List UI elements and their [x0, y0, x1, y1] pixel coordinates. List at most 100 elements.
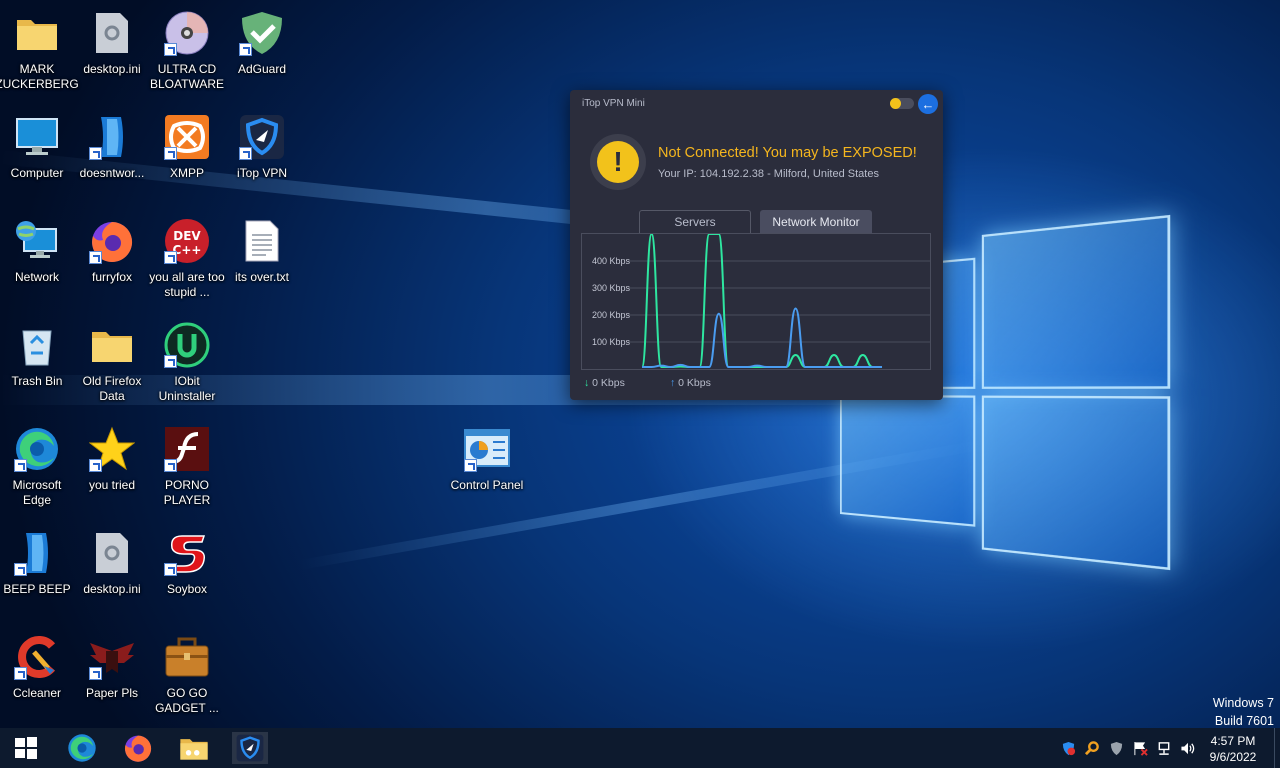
- connection-status: Not Connected! You may be EXPOSED!: [658, 145, 917, 161]
- tab-servers[interactable]: Servers: [639, 210, 751, 233]
- y-tick-label: 400 Kbps: [592, 256, 631, 266]
- control-panel-icon: [462, 424, 512, 474]
- shortcut-arrow-icon: [14, 667, 27, 680]
- desktop-icon-trash-bin[interactable]: Trash Bin: [0, 320, 75, 389]
- series-line-0: [641, 234, 882, 368]
- desktop-icon-its-over-txt[interactable]: its over.txt: [224, 216, 300, 285]
- desktop-icon-porno-player[interactable]: PORNO PLAYER: [149, 424, 225, 508]
- desktop-icon-go-go-gadget[interactable]: GO GO GADGET ...: [149, 632, 225, 716]
- desktop-icon-adguard[interactable]: AdGuard: [224, 8, 300, 77]
- itop-vpn-mini-window[interactable]: iTop VPN Mini ← ! Not Connected! You may…: [570, 90, 943, 400]
- desktop-icon-itop-vpn[interactable]: iTop VPN: [224, 112, 300, 181]
- shortcut-arrow-icon: [464, 459, 477, 472]
- y-tick-label: 300 Kbps: [592, 283, 631, 293]
- desktop-icon-dev-cpp[interactable]: DEV C++ you all are too stupid ...: [149, 216, 225, 300]
- windows-start-icon: [15, 737, 37, 759]
- recycle-bin-icon: [12, 320, 62, 370]
- settings-file-icon: [87, 8, 137, 58]
- xampp-icon: [162, 112, 212, 162]
- arrow-down-icon: ↓: [584, 377, 590, 389]
- star-icon: [87, 424, 137, 474]
- network-chart-svg: [628, 234, 930, 369]
- download-rate: ↓ 0 Kbps: [584, 377, 625, 389]
- shortcut-arrow-icon: [239, 147, 252, 160]
- desktop-icon-paper-pls[interactable]: Paper Pls: [74, 632, 150, 701]
- desktop-icon-microsoft-edge[interactable]: Microsoft Edge: [0, 424, 75, 508]
- app-icon: [12, 528, 62, 578]
- shortcut-arrow-icon: [14, 459, 27, 472]
- desktop-icon-soybox[interactable]: Soybox: [149, 528, 225, 597]
- clock-date: 9/6/2022: [1209, 750, 1257, 764]
- desktop-icon-desktop-ini[interactable]: desktop.ini: [74, 8, 150, 77]
- y-tick-label: 200 Kbps: [592, 310, 631, 320]
- window-title: iTop VPN Mini: [582, 98, 645, 109]
- folder-icon: [87, 320, 137, 370]
- s-logo-icon: [162, 528, 212, 578]
- taskbar-edge[interactable]: [64, 732, 100, 764]
- cd-icon: [162, 8, 212, 58]
- vpn-shield-icon: [237, 112, 287, 162]
- desktop-icon-old-firefox-data[interactable]: Old Firefox Data: [74, 320, 150, 404]
- warning-badge: !: [590, 134, 646, 190]
- tab-network-monitor[interactable]: Network Monitor: [760, 210, 872, 233]
- desktop-icon-ultra-cd-bloatware[interactable]: ULTRA CD BLOATWARE: [149, 8, 225, 92]
- dev-cpp-icon: DEV C++: [162, 216, 212, 266]
- edge-icon: [12, 424, 62, 474]
- ip-address-line: Your IP: 104.192.2.38 - Milford, United …: [658, 168, 879, 180]
- taskbar-file-explorer[interactable]: [176, 732, 212, 764]
- flash-player-icon: [162, 424, 212, 474]
- eagle-emblem-icon: [87, 632, 137, 682]
- desktop-icon-beep-beep[interactable]: BEEP BEEP: [0, 528, 75, 597]
- shortcut-arrow-icon: [164, 43, 177, 56]
- tray-volume-icon[interactable]: [1180, 740, 1196, 756]
- desktop-icon-iobit-uninstaller[interactable]: IObit Uninstaller: [149, 320, 225, 404]
- desktop-icon-ccleaner[interactable]: Ccleaner: [0, 632, 75, 701]
- taskbar-firefox[interactable]: [120, 732, 156, 764]
- text-file-icon: [237, 216, 287, 266]
- series-line-1: [642, 307, 882, 369]
- exclamation-icon: !: [597, 141, 639, 183]
- app-icon: [87, 112, 137, 162]
- desktop-icon-network[interactable]: Network: [0, 216, 75, 285]
- desktop-icon-furryfox[interactable]: furryfox: [74, 216, 150, 285]
- firefox-icon: [124, 735, 152, 762]
- show-desktop-button[interactable]: [1274, 728, 1280, 768]
- shortcut-arrow-icon: [164, 355, 177, 368]
- shortcut-arrow-icon: [239, 43, 252, 56]
- shortcut-arrow-icon: [89, 147, 102, 160]
- shortcut-arrow-icon: [89, 667, 102, 680]
- theme-toggle[interactable]: [890, 98, 914, 109]
- edge-icon: [68, 734, 96, 762]
- desktop-icon-mark-zuckerberg[interactable]: MARK ZUCKERBERG: [0, 8, 79, 92]
- itop-vpn-icon: [236, 734, 264, 762]
- tray-flag-icon[interactable]: [1132, 740, 1148, 756]
- network-globe-icon: [12, 216, 62, 266]
- ccleaner-icon: [12, 632, 62, 682]
- taskbar: 4:57 PM 9/6/2022: [0, 728, 1280, 768]
- taskbar-clock[interactable]: 4:57 PM 9/6/2022: [1196, 733, 1270, 765]
- tray-search-icon[interactable]: [1084, 740, 1100, 756]
- desktop-icon-doesntwork[interactable]: doesntwor...: [74, 112, 150, 181]
- shortcut-arrow-icon: [164, 251, 177, 264]
- back-button[interactable]: ←: [918, 94, 938, 114]
- os-build-watermark: Windows 7 Build 7601: [1212, 696, 1274, 728]
- shortcut-arrow-icon: [164, 147, 177, 160]
- desktop-icon-you-tried[interactable]: you tried: [74, 424, 150, 493]
- desktop-icon-computer[interactable]: Computer: [0, 112, 75, 181]
- desktop-icon-control-panel[interactable]: Control Panel: [449, 424, 525, 493]
- file-explorer-icon: [180, 739, 208, 760]
- svg-text:DEV: DEV: [173, 229, 201, 243]
- shortcut-arrow-icon: [89, 251, 102, 264]
- monitor-icon: [12, 112, 62, 162]
- desktop-icon-xmpp[interactable]: XMPP: [149, 112, 225, 181]
- tray-vpn-icon[interactable]: [1060, 740, 1076, 756]
- start-button[interactable]: [8, 732, 44, 764]
- upload-rate: ↑ 0 Kbps: [670, 377, 711, 389]
- tray-shield-icon[interactable]: [1108, 740, 1124, 756]
- taskbar-itop-vpn[interactable]: [232, 732, 268, 764]
- arrow-up-icon: ↑: [670, 377, 676, 389]
- shortcut-arrow-icon: [14, 563, 27, 576]
- desktop-icon-desktop-ini-2[interactable]: desktop.ini: [74, 528, 150, 597]
- briefcase-icon: [162, 632, 212, 682]
- tray-network-icon[interactable]: [1156, 740, 1172, 756]
